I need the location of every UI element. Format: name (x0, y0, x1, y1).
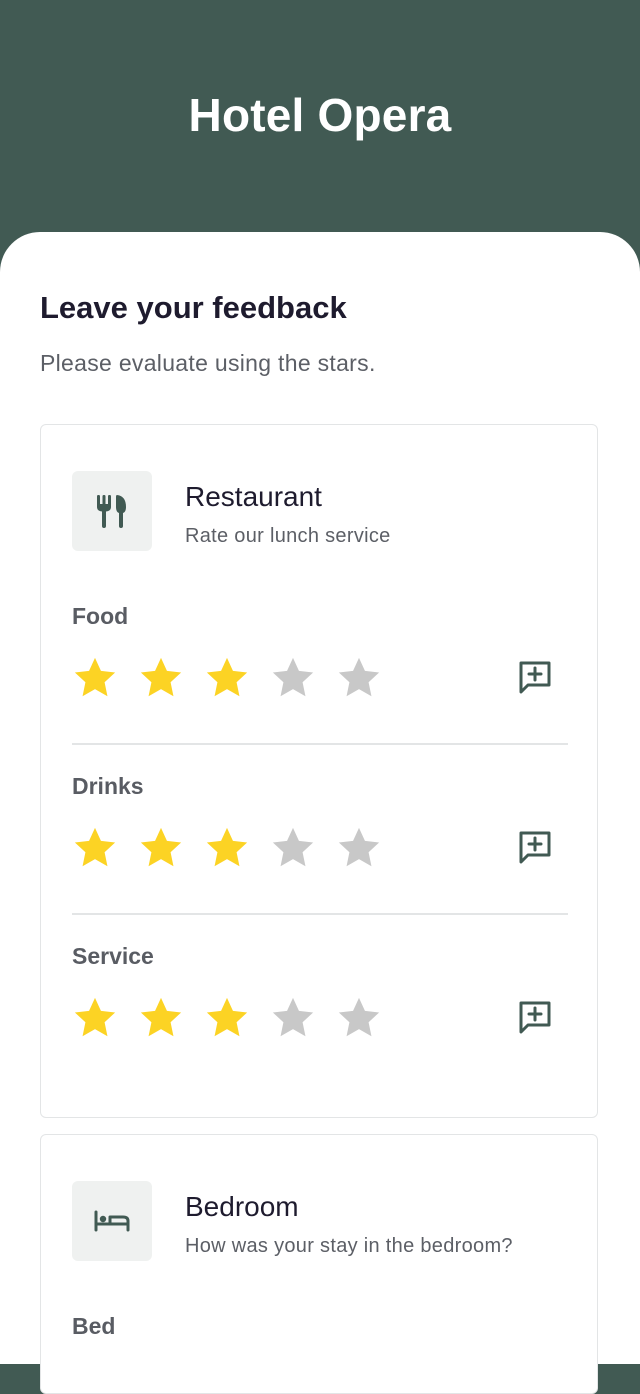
star-filled-icon[interactable] (138, 995, 184, 1041)
fork-knife-icon (72, 471, 152, 551)
star-empty-icon[interactable] (270, 825, 316, 871)
star-empty-icon[interactable] (336, 825, 382, 871)
rating-label-bed: Bed (72, 1313, 116, 1339)
star-filled-icon[interactable] (72, 825, 118, 871)
star-filled-icon[interactable] (138, 825, 184, 871)
rating-label-food: Food (72, 603, 129, 629)
star-empty-icon[interactable] (336, 655, 382, 701)
section-description: How was your stay in the bedroom? (185, 1235, 513, 1257)
add-comment-service-button[interactable] (515, 997, 555, 1037)
star-filled-icon[interactable] (72, 995, 118, 1041)
bedroom-card: Bedroom How was your stay in the bedroom… (40, 1134, 598, 1394)
add-comment-icon (519, 1001, 551, 1034)
section-description: Rate our lunch service (185, 525, 391, 547)
section-title: Restaurant (185, 481, 322, 512)
divider (72, 743, 568, 745)
page-title: Leave your feedback (40, 290, 347, 325)
restaurant-card: Restaurant Rate our lunch service Food D… (40, 424, 598, 1118)
bed-icon (72, 1181, 152, 1261)
divider (72, 913, 568, 915)
header: Hotel Opera (0, 0, 640, 260)
star-filled-icon[interactable] (204, 825, 250, 871)
star-rating-service[interactable] (72, 995, 382, 1041)
add-comment-drinks-button[interactable] (515, 827, 555, 867)
page-subtitle: Please evaluate using the stars. (40, 350, 376, 376)
add-comment-food-button[interactable] (515, 657, 555, 697)
feedback-sheet: Leave your feedback Please evaluate usin… (0, 232, 640, 1394)
star-rating-food[interactable] (72, 655, 382, 701)
star-empty-icon[interactable] (270, 995, 316, 1041)
star-filled-icon[interactable] (138, 655, 184, 701)
rating-label-service: Service (72, 943, 154, 969)
star-filled-icon[interactable] (204, 655, 250, 701)
star-empty-icon[interactable] (270, 655, 316, 701)
star-rating-drinks[interactable] (72, 825, 382, 871)
add-comment-icon (519, 831, 551, 864)
section-title: Bedroom (185, 1191, 299, 1222)
rating-label-drinks: Drinks (72, 773, 144, 799)
hotel-title: Hotel Opera (188, 89, 452, 141)
star-empty-icon[interactable] (336, 995, 382, 1041)
star-filled-icon[interactable] (72, 655, 118, 701)
add-comment-icon (519, 661, 551, 694)
star-filled-icon[interactable] (204, 995, 250, 1041)
